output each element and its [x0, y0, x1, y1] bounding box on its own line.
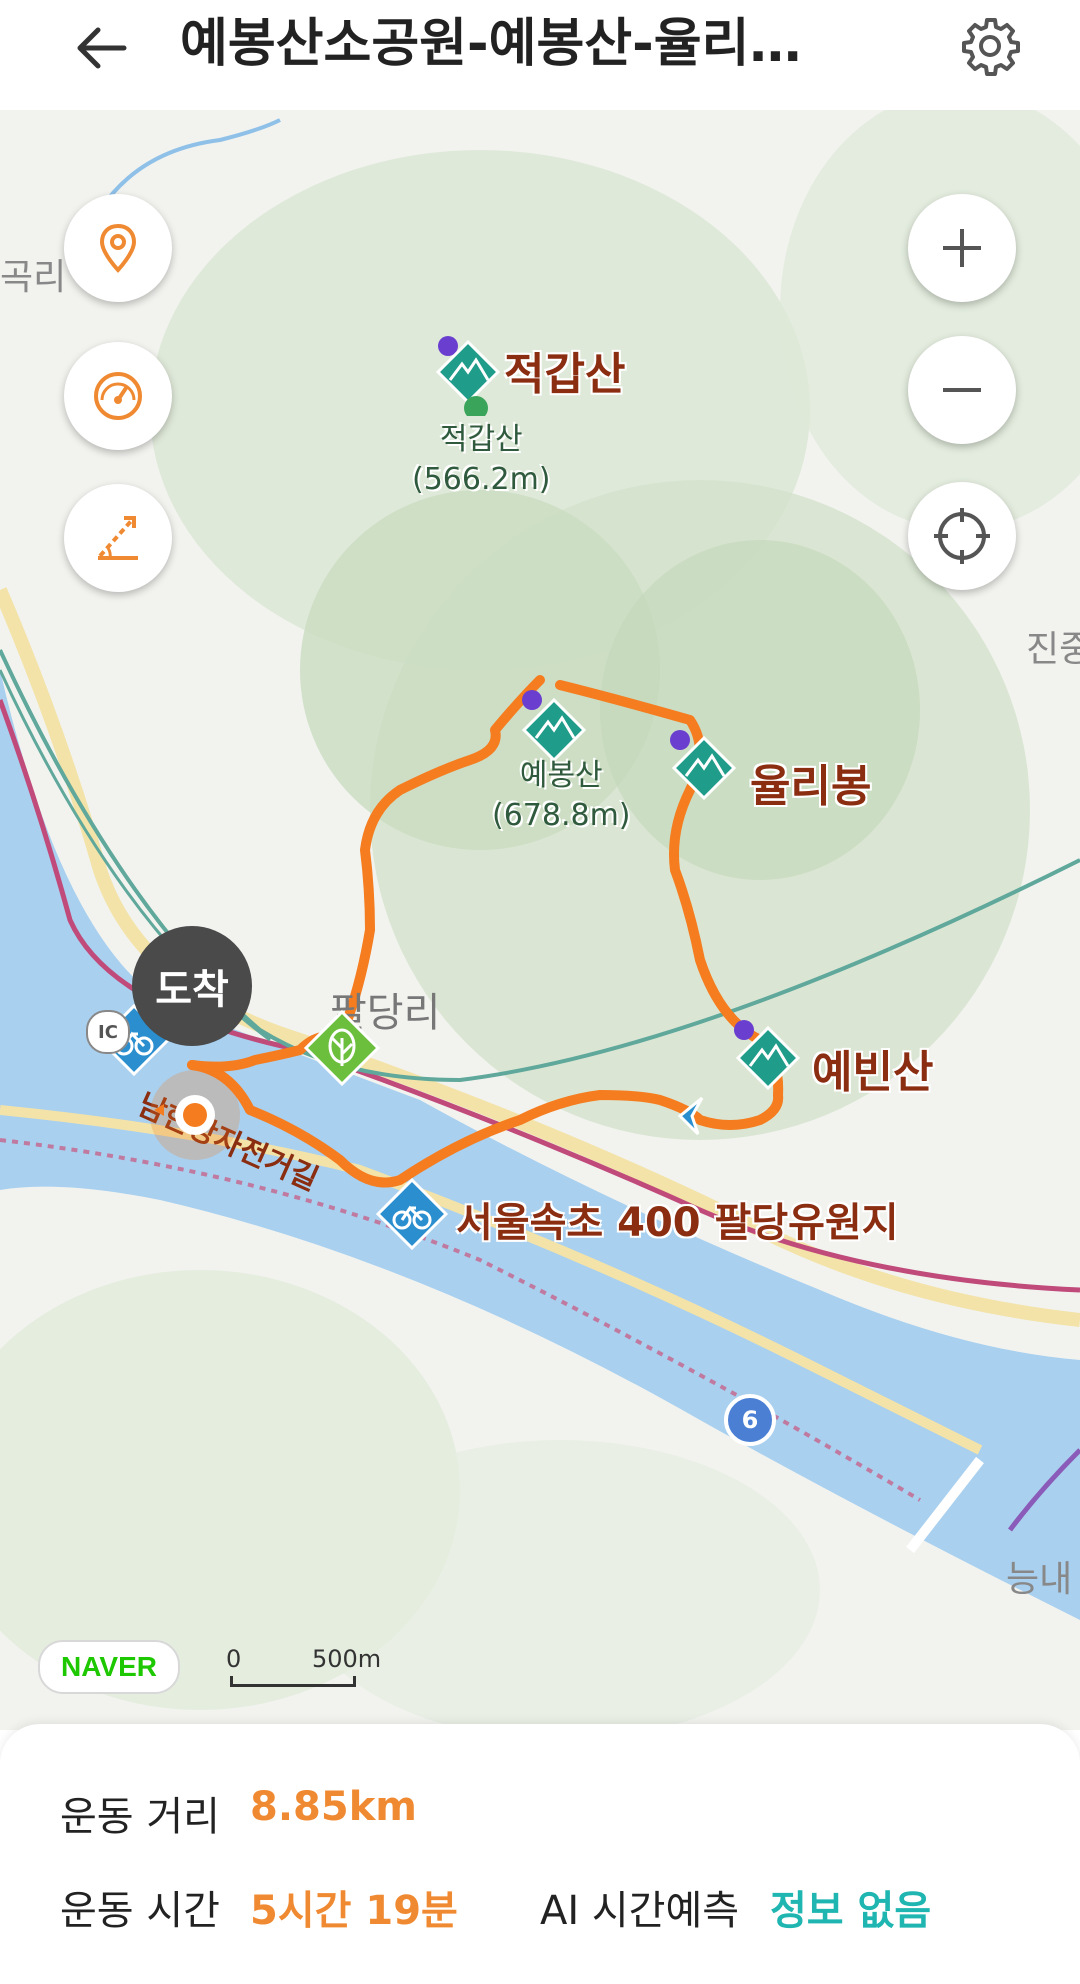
peak-marker-icon[interactable] — [728, 1010, 808, 1100]
ic-badge: IC — [86, 1010, 130, 1054]
zoom-in-button[interactable] — [908, 194, 1016, 302]
peak-label-yullibong: 율리봉 — [750, 761, 872, 812]
zoom-in-icon — [943, 229, 981, 267]
map-view[interactable]: 적갑산 적갑산 (566.2m) 예봉산 (678.8m) 율리봉 예빈산 팔당… — [0, 110, 1080, 1730]
ai-estimate-label: AI 시간예측 — [540, 1888, 740, 1934]
top-app-bar: 예봉산소공원-예봉산-율리… — [0, 0, 1080, 110]
zoom-out-button[interactable] — [908, 336, 1016, 444]
park-icon[interactable] — [302, 1008, 382, 1088]
peak-sublabel-yebongsan: 예봉산 (678.8m) — [492, 756, 631, 836]
location-button[interactable] — [64, 194, 172, 302]
scale-bar — [230, 1676, 356, 1687]
edge-label-right: 진중 — [1026, 629, 1080, 670]
peak-name-text: 예봉산 — [519, 758, 603, 793]
back-button[interactable] — [66, 12, 138, 84]
peak-label-jeokgapsan: 적갑산 — [504, 349, 626, 400]
edge-label-bottom-right: 능내 — [1006, 1559, 1073, 1600]
scale-zero-label: 0 — [226, 1645, 242, 1673]
edge-label-left: 곡리 — [0, 257, 67, 298]
distance-label: 운동 거리 — [60, 1794, 220, 1840]
speed-button[interactable] — [64, 342, 172, 450]
arrival-bubble[interactable]: 도착 — [132, 926, 252, 1046]
speedometer-icon — [94, 372, 142, 420]
route-shield-label: 6 — [741, 1406, 759, 1434]
peak-name-text: 적갑산 — [439, 422, 523, 457]
slope-icon — [98, 516, 138, 560]
slope-button[interactable] — [64, 484, 172, 592]
ai-estimate-value: 정보 없음 — [770, 1888, 932, 1934]
distance-value: 8.85km — [250, 1784, 417, 1830]
time-label: 운동 시간 — [60, 1888, 220, 1934]
direction-arrow-icon — [677, 1096, 704, 1136]
bike-station-label: 서울속초 400 팔당유원지 — [456, 1200, 899, 1246]
peak-elevation-text: (566.2m) — [412, 462, 551, 497]
peak-elevation-text: (678.8m) — [492, 798, 631, 833]
peak-sublabel-jeokgapsan: 적갑산 (566.2m) — [412, 420, 551, 500]
peak-marker-icon[interactable] — [664, 720, 744, 810]
settings-button[interactable] — [950, 6, 1030, 86]
bicycle-marker-icon[interactable] — [376, 1178, 448, 1250]
crosshair-icon — [934, 508, 990, 564]
peak-label-yebinsan: 예빈산 — [812, 1047, 934, 1098]
scale-distance-label: 500m — [312, 1645, 382, 1673]
current-location-button[interactable] — [908, 482, 1016, 590]
stats-panel: 운동 거리 8.85km 운동 시간 5시간 19분 AI 시간예측 정보 없음 — [0, 1724, 1080, 1984]
gear-icon — [962, 18, 1020, 76]
arrival-point-icon[interactable] — [140, 1060, 250, 1170]
location-pin-icon — [99, 223, 137, 273]
back-arrow-icon — [77, 27, 127, 69]
zoom-out-icon — [943, 388, 981, 392]
peak-marker-icon[interactable] — [428, 326, 508, 416]
time-value: 5시간 19분 — [250, 1888, 458, 1934]
naver-logo: NAVER — [38, 1640, 180, 1694]
page-title: 예봉산소공원-예봉산-율리… — [180, 14, 802, 74]
